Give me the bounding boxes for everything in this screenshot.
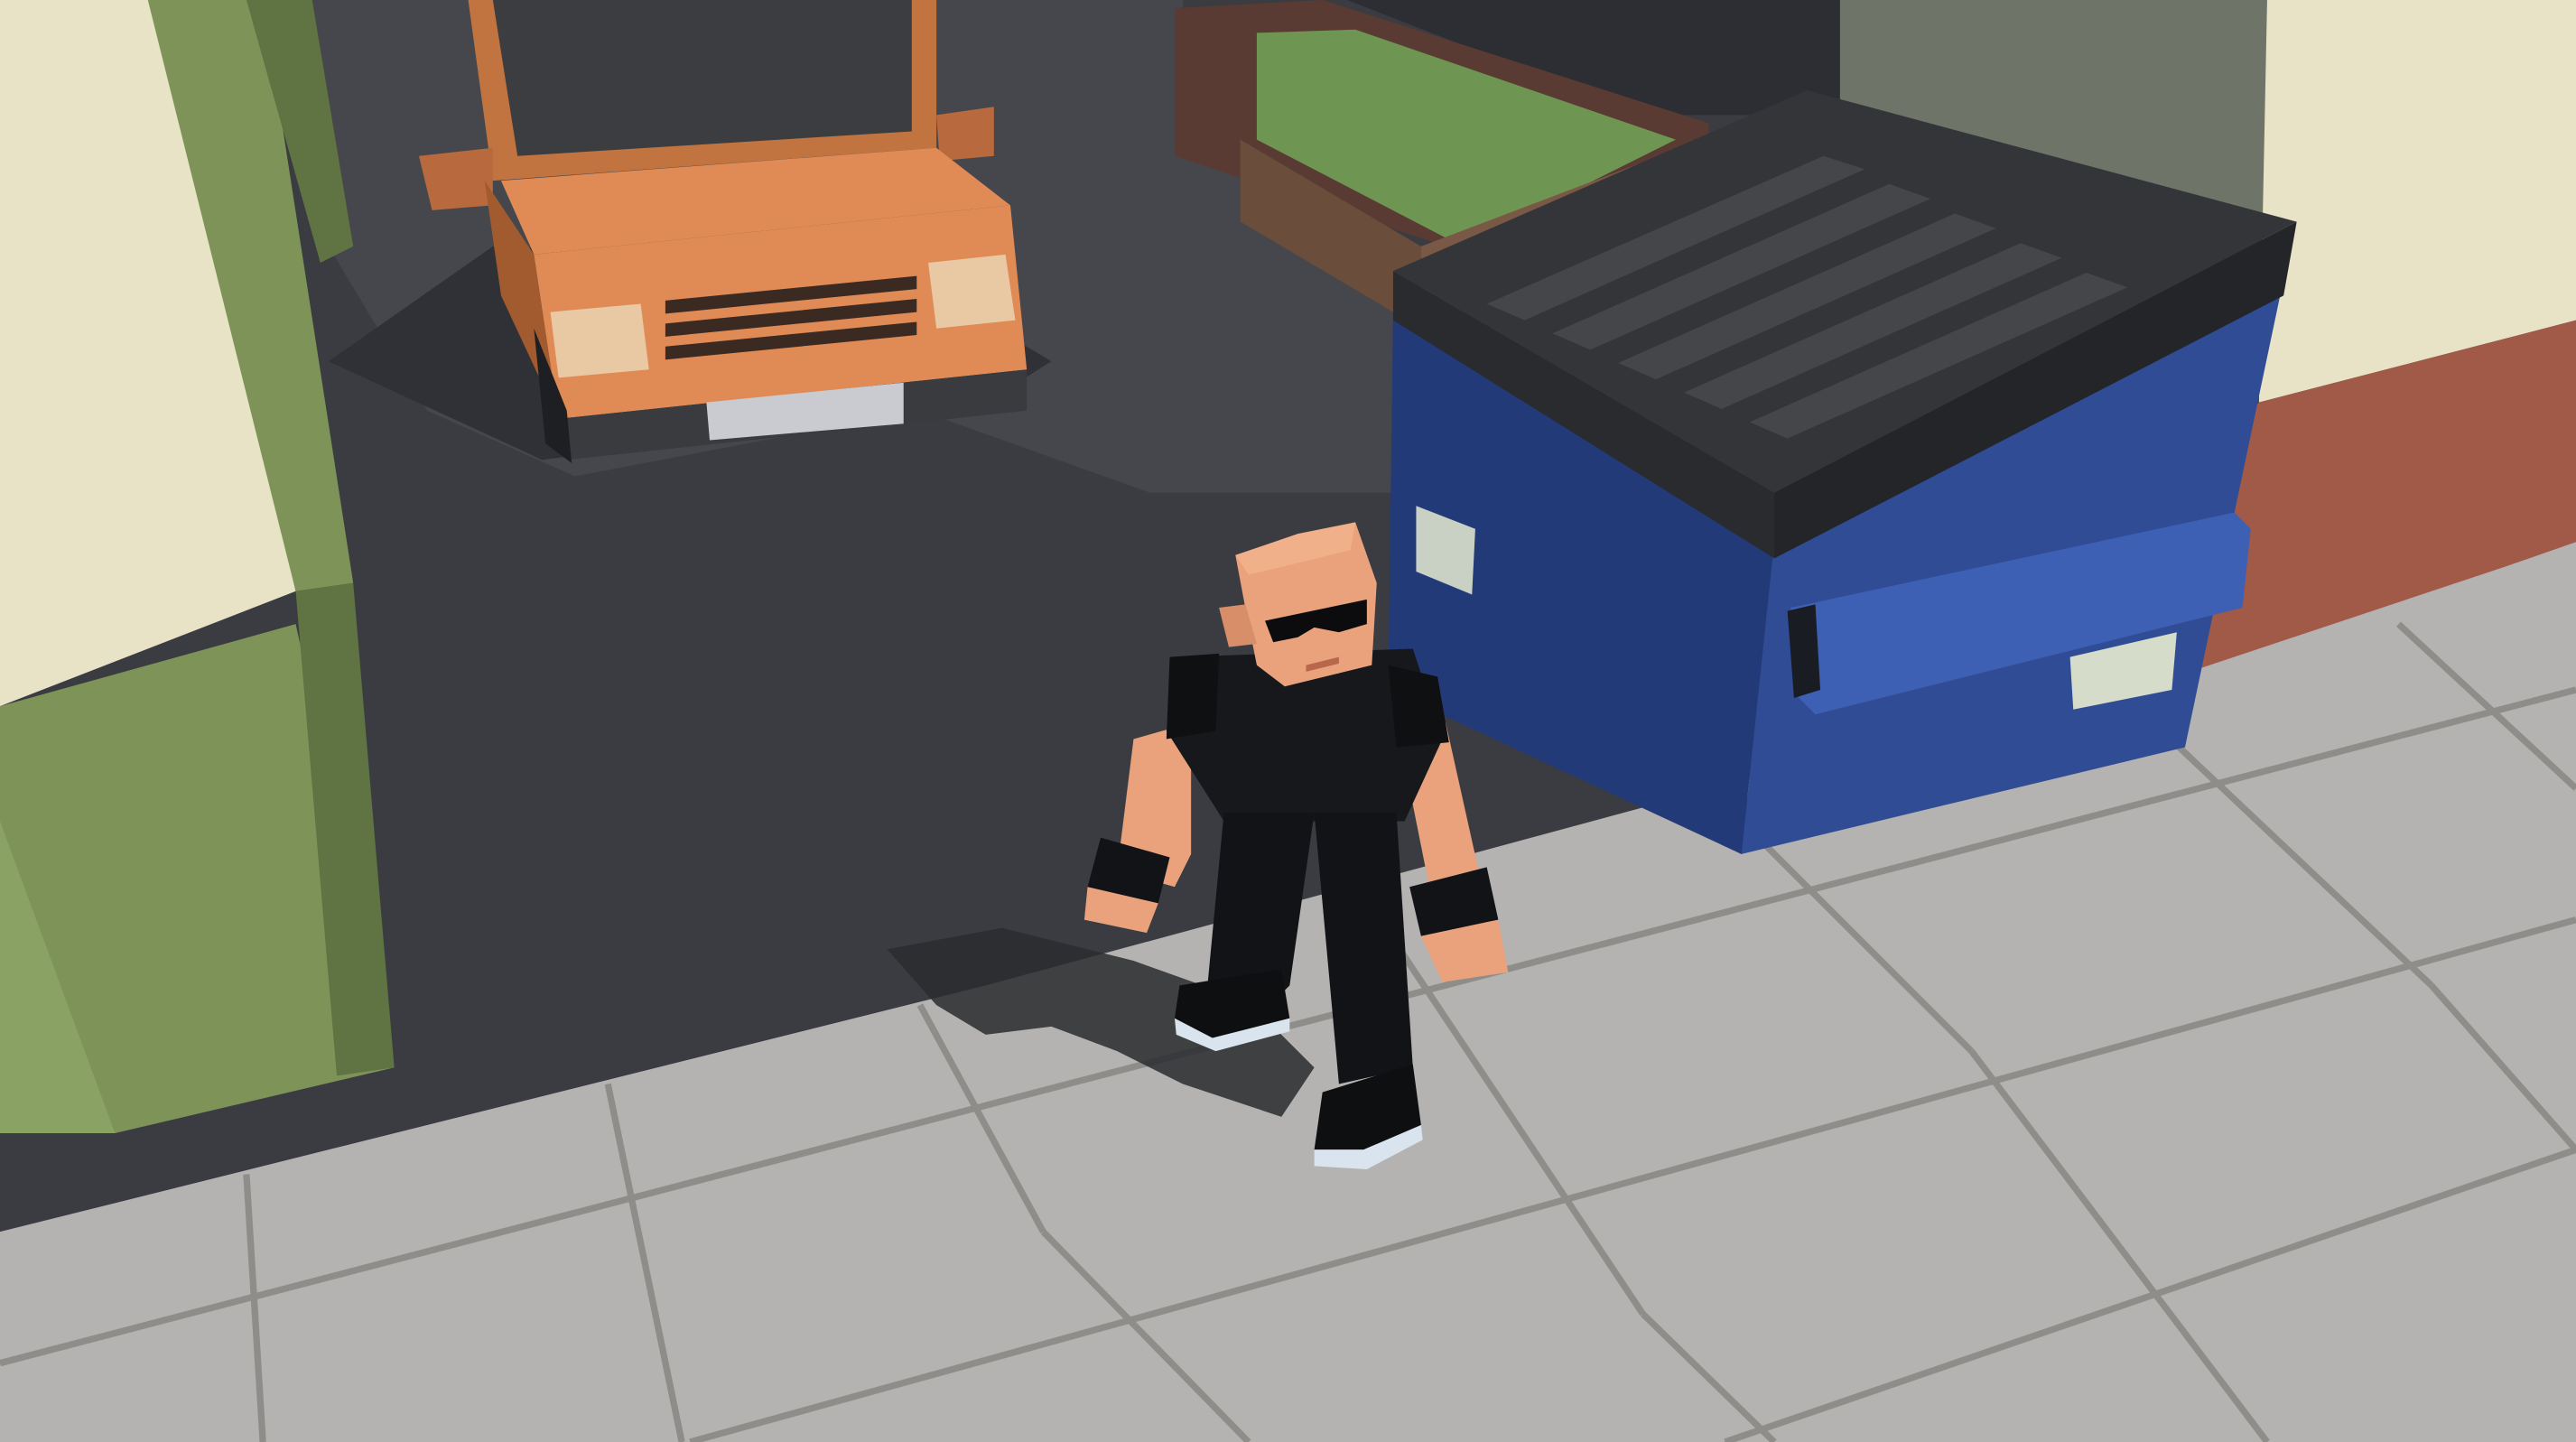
game-scene: [0, 0, 2576, 1442]
game-viewport[interactable]: [0, 0, 2576, 1442]
truck-right-mirror: [936, 107, 994, 162]
character-left-sleeve: [1166, 653, 1220, 740]
truck-left-headlight: [550, 303, 649, 378]
building-left: [0, 0, 395, 1134]
truck-left-mirror: [418, 147, 493, 210]
truck-windshield: [492, 0, 912, 156]
truck-right-headlight: [928, 254, 1016, 329]
